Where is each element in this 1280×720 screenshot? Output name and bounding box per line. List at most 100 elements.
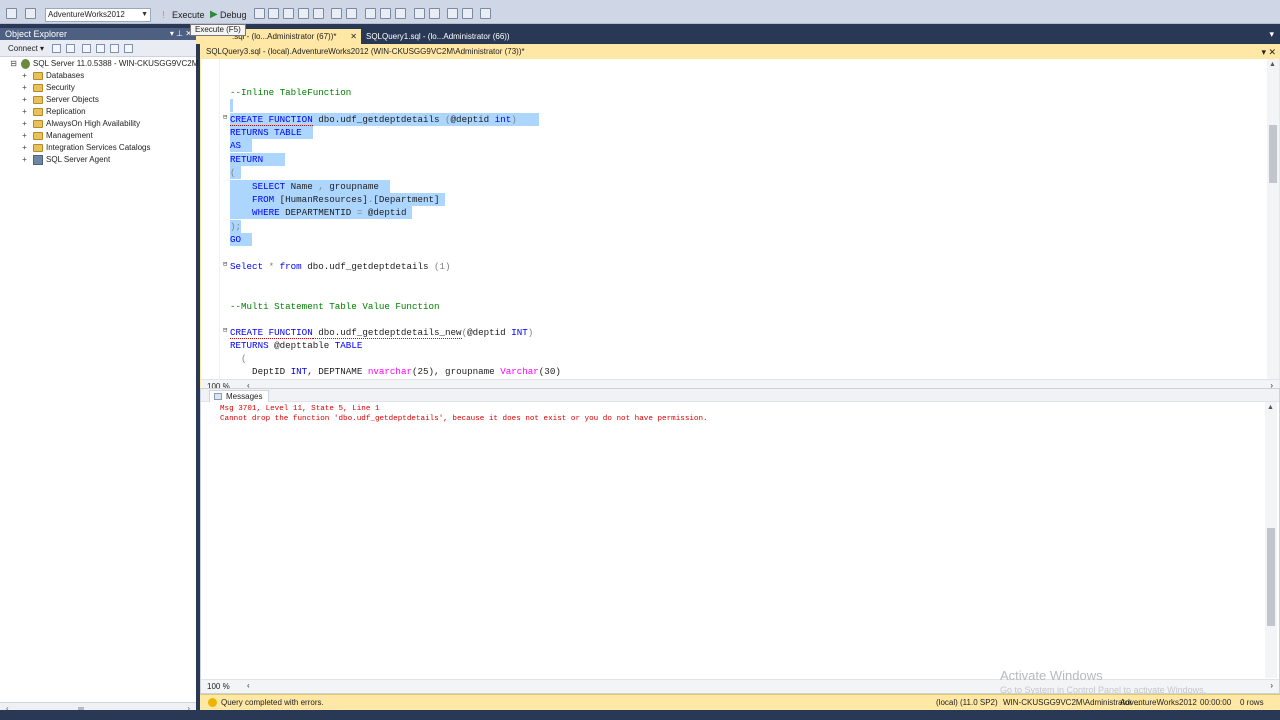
zoom-level-dropdown[interactable]: 100 % xyxy=(207,681,230,693)
results-tab-bar: Messages xyxy=(201,389,1279,402)
tab-sqlquery1[interactable]: SQLQuery1.sql - (lo...Administrator (66)… xyxy=(362,29,514,44)
folder-icon xyxy=(33,108,43,116)
folder-icon xyxy=(33,120,43,128)
execute-button[interactable]: ! Execute xyxy=(160,8,208,22)
object-explorer-panel: Object Explorer ▾ ⊥ ✕ Connect ▾ ⊟ SQL Se… xyxy=(0,28,198,720)
decrease-indent-icon[interactable] xyxy=(447,8,458,19)
agent-icon xyxy=(33,155,43,165)
refresh-icon[interactable] xyxy=(110,44,119,53)
include-plan-icon[interactable] xyxy=(331,8,342,19)
specify-values-icon[interactable] xyxy=(480,8,491,19)
parse-check-icon[interactable] xyxy=(268,8,279,19)
client-stats-icon[interactable] xyxy=(346,8,357,19)
stop-icon[interactable] xyxy=(254,8,265,19)
identifier: DEPARTMENTID xyxy=(279,207,357,218)
punct: ) xyxy=(527,327,534,338)
tab-label: Messages xyxy=(226,392,263,401)
chevron-down-icon: ▼ xyxy=(141,11,148,18)
keyword: AS xyxy=(230,140,242,151)
code-line: SELECT Name , groupname xyxy=(230,180,390,193)
results-to-grid-icon[interactable] xyxy=(380,8,391,19)
identifier: groupname xyxy=(323,181,379,192)
expand-icon[interactable]: + xyxy=(21,82,28,94)
identifier: (30) xyxy=(538,366,561,377)
execute-tooltip: Execute (F5) xyxy=(190,24,246,36)
exclamation-icon: ! xyxy=(162,10,165,21)
expand-icon[interactable]: + xyxy=(21,106,28,118)
expand-icon[interactable]: + xyxy=(21,142,28,154)
param: @deptid xyxy=(450,114,490,125)
uncomment-icon[interactable] xyxy=(429,8,440,19)
stop-icon[interactable] xyxy=(82,44,91,53)
code-line: CREATE FUNCTION dbo.udf_getdeptdetails_n… xyxy=(230,326,533,339)
query-editor-window: SQLQuery3.sql - (local).AdventureWorks20… xyxy=(200,44,1280,396)
punct: ( xyxy=(230,167,236,178)
folder-icon xyxy=(33,132,43,140)
expand-icon[interactable]: + xyxy=(21,130,28,142)
intellisense-icon[interactable] xyxy=(313,8,324,19)
punct: ); xyxy=(230,221,242,232)
scroll-thumb[interactable] xyxy=(1267,528,1275,626)
window-controls-icon[interactable]: ▾ ✕ xyxy=(1261,45,1276,59)
scroll-up-icon[interactable]: ▲ xyxy=(1269,61,1276,68)
code-line: RETURNS @depttable TABLE xyxy=(230,339,362,352)
scroll-left-icon[interactable]: ‹ xyxy=(247,681,250,690)
messages-vertical-scrollbar[interactable]: ▲ xyxy=(1265,402,1277,678)
tree-label: Server Objects xyxy=(46,95,99,104)
close-icon[interactable]: ✕ xyxy=(350,29,357,44)
selection-marker xyxy=(230,99,233,112)
increase-indent-icon[interactable] xyxy=(462,8,473,19)
code-line: FROM [HumanResources].[Department] xyxy=(230,193,446,206)
collapse-icon[interactable]: ⊟ xyxy=(223,113,230,122)
collapse-icon[interactable]: ⊟ xyxy=(223,326,230,335)
tree-label: SQL Server Agent xyxy=(46,155,111,164)
disconnect-icon[interactable] xyxy=(66,44,75,53)
window-bottom-edge xyxy=(0,710,1280,720)
status-elapsed-time: 00:00:00 xyxy=(1200,698,1232,707)
identifier: Name xyxy=(285,181,319,192)
keyword: Select xyxy=(230,261,264,272)
results-to-file-icon[interactable] xyxy=(395,8,406,19)
pin-icon[interactable]: ▾ ⊥ ✕ xyxy=(170,28,192,40)
document-title: SQLQuery3.sql - (local).AdventureWorks20… xyxy=(206,47,525,56)
code-line: --Inline TableFunction xyxy=(230,86,351,99)
results-to-text-icon[interactable] xyxy=(365,8,376,19)
database-selector[interactable]: AdventureWorks2012 ▼ xyxy=(45,8,151,22)
code-line: ( xyxy=(230,352,247,365)
display-plan-icon[interactable] xyxy=(283,8,294,19)
properties-icon[interactable] xyxy=(25,8,36,19)
comment-text: --Inline TableFunction xyxy=(230,87,352,98)
expand-icon[interactable]: + xyxy=(21,70,28,82)
comment-icon[interactable] xyxy=(414,8,425,19)
collapse-icon[interactable]: ⊟ xyxy=(10,58,17,70)
collapse-icon[interactable]: ⊟ xyxy=(223,260,230,269)
tree-label: Replication xyxy=(46,107,86,116)
scroll-right-icon[interactable]: › xyxy=(1270,681,1273,690)
debug-button[interactable]: ▶ Debug xyxy=(208,8,250,22)
scroll-thumb[interactable] xyxy=(1269,125,1277,183)
code-line: AS xyxy=(230,139,253,152)
tab-menu-icon[interactable]: ▾ xyxy=(1269,29,1274,40)
query-designer-icon[interactable] xyxy=(298,8,309,19)
editor-vertical-scrollbar[interactable]: ▲ xyxy=(1267,59,1279,379)
code-line: ( xyxy=(230,166,242,179)
connect-icon[interactable] xyxy=(52,44,61,53)
server-icon xyxy=(21,59,30,69)
code-line: RETURNS TABLE xyxy=(230,126,313,139)
expand-icon[interactable]: + xyxy=(21,118,28,130)
expand-icon[interactable]: + xyxy=(21,154,28,166)
undo-icon[interactable] xyxy=(6,8,17,19)
keyword: SELECT xyxy=(230,181,286,192)
code-editor[interactable]: --Inline TableFunction ⊟ CREATE FUNCTION… xyxy=(201,59,1267,379)
filter-icon[interactable] xyxy=(96,44,105,53)
tree-label: AlwaysOn High Availability xyxy=(46,119,141,128)
activity-monitor-icon[interactable] xyxy=(124,44,133,53)
scroll-up-icon[interactable]: ▲ xyxy=(1267,404,1274,411)
expand-icon[interactable]: + xyxy=(21,94,28,106)
identifier: [Department] xyxy=(373,194,440,205)
connect-dropdown[interactable]: Connect ▾ xyxy=(8,43,44,54)
tab-messages[interactable]: Messages xyxy=(209,390,270,402)
punct: * xyxy=(263,261,280,272)
identifier: [HumanResources] xyxy=(274,194,368,205)
error-message-line: Msg 3701, Level 11, State 5, Line 1 xyxy=(220,405,380,413)
